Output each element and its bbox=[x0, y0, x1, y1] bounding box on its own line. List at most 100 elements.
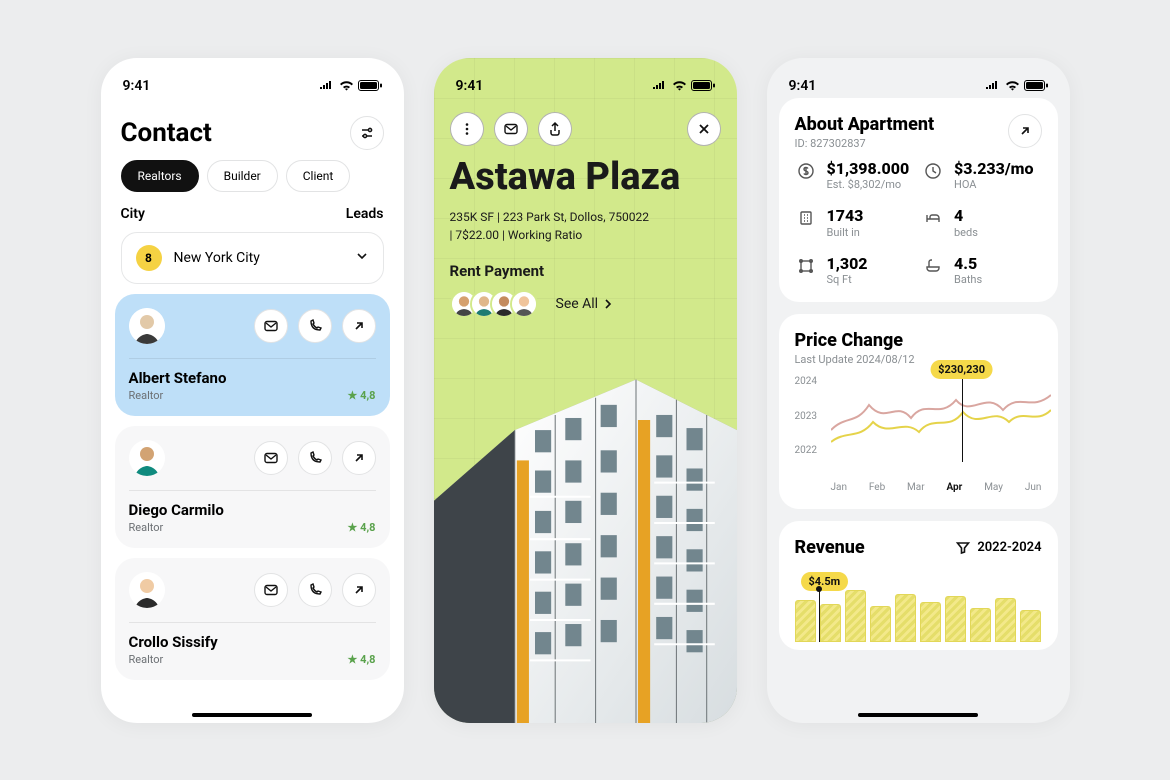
chevron-right-icon bbox=[602, 298, 614, 310]
fact-label: Sq Ft bbox=[827, 273, 868, 286]
share-button[interactable] bbox=[538, 112, 572, 146]
chevron-down-icon bbox=[355, 248, 369, 267]
contact-card[interactable]: Albert Stefano Realtor 4,8 bbox=[115, 294, 390, 416]
fact-item: 1743 Built in bbox=[795, 207, 915, 239]
open-button[interactable] bbox=[1008, 114, 1042, 148]
mail-icon bbox=[263, 582, 279, 598]
chip-builder[interactable]: Builder bbox=[207, 160, 278, 192]
city-selector[interactable]: 8 New York City bbox=[121, 232, 384, 284]
revenue-bar bbox=[870, 606, 891, 642]
col-leads: Leads bbox=[346, 206, 384, 222]
fact-value: 4 bbox=[954, 207, 978, 225]
contact-card[interactable]: Crollo Sissify Realtor 4,8 bbox=[115, 558, 390, 680]
revenue-bar bbox=[1020, 610, 1041, 642]
price-chart: 202420232022 $230,230 bbox=[795, 370, 1042, 480]
fact-item: $3.233/mo HOA bbox=[922, 160, 1042, 192]
fact-value: $3.233/mo bbox=[954, 160, 1033, 178]
tenant-avatars bbox=[450, 290, 538, 318]
status-icons bbox=[319, 80, 382, 91]
contact-role: Realtor bbox=[129, 653, 218, 666]
x-label: Apr bbox=[946, 482, 962, 493]
contact-name: Diego Carmilo bbox=[129, 501, 224, 519]
more-vertical-icon bbox=[459, 121, 475, 137]
fact-value: 1743 bbox=[827, 207, 864, 225]
price-subtitle: Last Update 2024/08/12 bbox=[795, 353, 1042, 366]
close-button[interactable] bbox=[687, 112, 721, 146]
fact-label: Baths bbox=[954, 273, 982, 286]
y-label: 2022 bbox=[795, 445, 817, 456]
status-icons bbox=[985, 80, 1048, 91]
page-title: Contact bbox=[121, 118, 212, 148]
revenue-card: Revenue 2022-2024 $4.5m bbox=[779, 521, 1058, 650]
mail-button[interactable] bbox=[254, 573, 288, 607]
revenue-bar bbox=[920, 602, 941, 642]
phone-icon bbox=[307, 318, 323, 334]
mail-button[interactable] bbox=[254, 441, 288, 475]
more-button[interactable] bbox=[450, 112, 484, 146]
clock-icon bbox=[922, 160, 944, 182]
fact-item: $1,398.000 Est. $8,302/mo bbox=[795, 160, 915, 192]
open-button[interactable] bbox=[342, 573, 376, 607]
revenue-marker: $4.5m bbox=[801, 572, 849, 591]
open-button[interactable] bbox=[342, 441, 376, 475]
about-card: About Apartment ID: 827302837 $1,398.000… bbox=[779, 98, 1058, 303]
building-illustration bbox=[434, 363, 737, 723]
revenue-filter[interactable]: 2022-2024 bbox=[955, 540, 1041, 556]
section-title-rent: Rent Payment bbox=[450, 262, 721, 280]
status-bar: 9:41 bbox=[101, 58, 404, 98]
status-time: 9:41 bbox=[789, 78, 817, 94]
price-marker: $230,230 bbox=[930, 360, 993, 379]
rating-badge: 4,8 bbox=[348, 389, 376, 402]
rating-badge: 4,8 bbox=[348, 521, 376, 534]
bath-icon bbox=[922, 255, 944, 277]
fact-label: Built in bbox=[827, 226, 864, 239]
share-icon bbox=[547, 121, 563, 137]
x-label: May bbox=[984, 482, 1003, 493]
mail-button[interactable] bbox=[254, 309, 288, 343]
home-indicator bbox=[192, 713, 312, 717]
revenue-bar bbox=[945, 596, 966, 642]
contact-card[interactable]: Diego Carmilo Realtor 4,8 bbox=[115, 426, 390, 548]
chip-client[interactable]: Client bbox=[286, 160, 351, 192]
fact-label: beds bbox=[954, 226, 978, 239]
x-label: Feb bbox=[869, 482, 885, 493]
chip-realtors[interactable]: Realtors bbox=[121, 160, 199, 192]
revenue-title: Revenue bbox=[795, 537, 865, 558]
contact-name: Crollo Sissify bbox=[129, 633, 218, 651]
mail-button[interactable] bbox=[494, 112, 528, 146]
phone-icon bbox=[307, 450, 323, 466]
revenue-bar bbox=[970, 608, 991, 642]
y-label: 2024 bbox=[795, 376, 817, 387]
dollar-icon bbox=[795, 160, 817, 182]
avatar bbox=[129, 308, 165, 344]
x-axis-labels: JanFebMarAprMayJun bbox=[795, 482, 1042, 493]
revenue-chart: $4.5m bbox=[795, 572, 1042, 642]
contact-role: Realtor bbox=[129, 389, 227, 402]
see-all-link[interactable]: See All bbox=[556, 296, 615, 312]
bed-icon bbox=[922, 207, 944, 229]
property-title: Astawa Plaza bbox=[450, 158, 721, 198]
contacts-screen: 9:41 Contact Realtors Builder Client Cit… bbox=[101, 58, 404, 723]
fact-label: HOA bbox=[954, 178, 1033, 191]
call-button[interactable] bbox=[298, 441, 332, 475]
open-button[interactable] bbox=[342, 309, 376, 343]
close-icon bbox=[696, 121, 712, 137]
filter-button[interactable] bbox=[350, 116, 384, 150]
contact-list: Albert Stefano Realtor 4,8 D bbox=[101, 294, 404, 680]
arrow-up-right-icon bbox=[351, 450, 367, 466]
fact-value: $1,398.000 bbox=[827, 160, 910, 178]
status-icons bbox=[652, 80, 715, 91]
call-button[interactable] bbox=[298, 573, 332, 607]
city-name: New York City bbox=[174, 250, 343, 266]
property-meta: 235K SF | 223 Park St, Dollos, 750022 | … bbox=[450, 209, 690, 244]
revenue-bar bbox=[895, 594, 916, 642]
home-indicator bbox=[858, 713, 978, 717]
call-button[interactable] bbox=[298, 309, 332, 343]
status-bar: 9:41 bbox=[767, 58, 1070, 98]
x-label: Mar bbox=[907, 482, 925, 493]
arrow-up-right-icon bbox=[351, 582, 367, 598]
fact-item: 4 beds bbox=[922, 207, 1042, 239]
y-label: 2023 bbox=[795, 411, 817, 422]
arrow-up-right-icon bbox=[1017, 123, 1033, 139]
x-label: Jan bbox=[831, 482, 847, 493]
